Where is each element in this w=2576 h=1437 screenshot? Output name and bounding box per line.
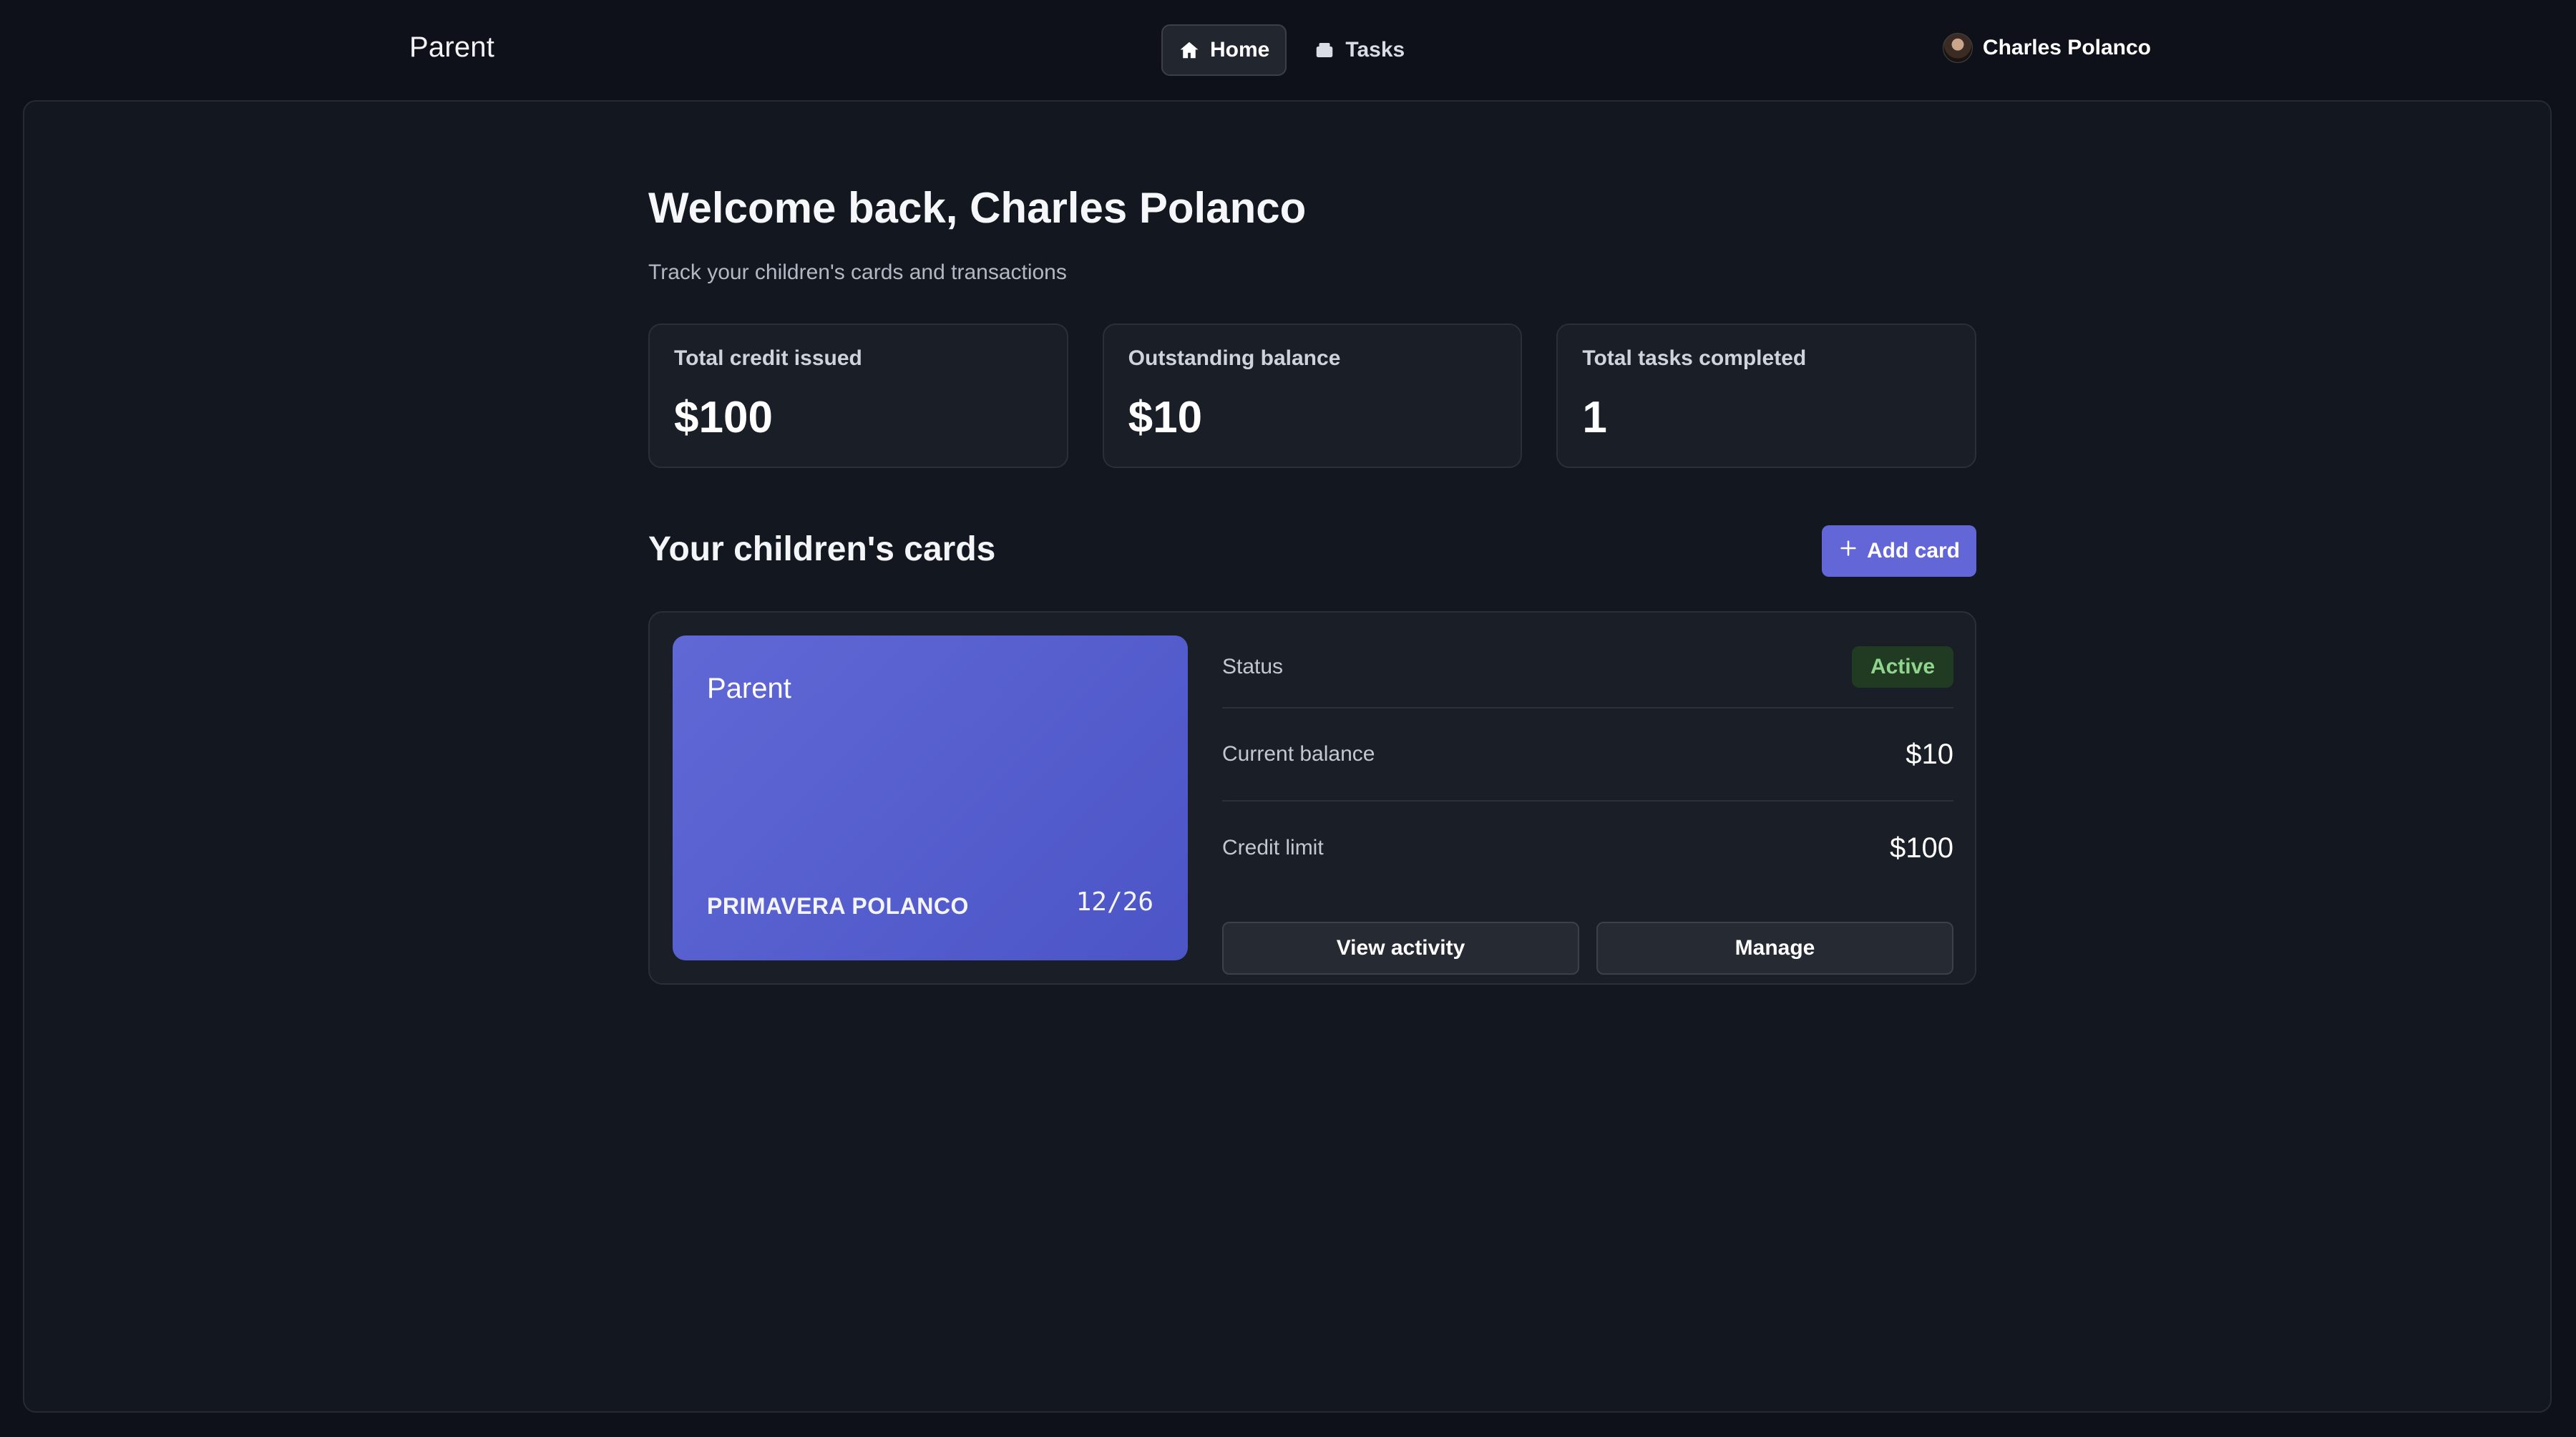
balance-label: Current balance	[1222, 742, 1375, 766]
main-panel: Welcome back, Charles Polanco Track your…	[23, 100, 2552, 1413]
cardholder-name: PRIMAVERA POLANCO	[707, 893, 969, 919]
avatar	[1942, 33, 1973, 63]
add-card-label: Add card	[1866, 539, 1961, 562]
manage-button[interactable]: Manage	[1596, 922, 1953, 975]
card-brand: Parent	[707, 673, 791, 704]
stat-value: 1	[1582, 393, 1607, 442]
cards-section-title: Your children's cards	[648, 530, 996, 568]
stat-label: Outstanding balance	[1128, 346, 1341, 370]
card-actions: View activity Manage	[1222, 922, 1953, 975]
stat-label: Total credit issued	[674, 346, 862, 370]
limit-value: $100	[1890, 832, 1953, 864]
balance-value: $10	[1906, 738, 1953, 770]
card-details: Status Active Current balance $10 Credit…	[1222, 635, 1953, 975]
status-badge: Active	[1851, 646, 1953, 688]
user-name: Charles Polanco	[1982, 36, 2151, 59]
main-nav: Home Tasks	[1161, 24, 1420, 76]
limit-label: Credit limit	[1222, 836, 1324, 859]
app-brand[interactable]: Parent	[409, 31, 494, 64]
page-title: Welcome back, Charles Polanco	[648, 184, 1307, 232]
user-menu[interactable]: Charles Polanco	[1942, 33, 2151, 63]
plus-icon	[1838, 538, 1858, 564]
stat-card-credit-issued: Total credit issued $100	[648, 323, 1068, 468]
top-navigation: Parent Home Tasks Charles Polanco	[0, 0, 2576, 100]
balance-row: Current balance $10	[1222, 708, 1953, 802]
limit-row: Credit limit $100	[1222, 802, 1953, 895]
status-label: Status	[1222, 655, 1284, 678]
nav-tasks[interactable]: Tasks	[1298, 24, 1420, 76]
status-row: Status Active	[1222, 635, 1953, 708]
child-card-panel: Parent PRIMAVERA POLANCO 12/26 Status Ac…	[648, 611, 1976, 985]
stat-label: Total tasks completed	[1582, 346, 1807, 370]
stat-value: $100	[674, 393, 773, 442]
page-subtitle: Track your children's cards and transact…	[648, 260, 1067, 284]
tasks-icon	[1314, 39, 1335, 61]
stats-row: Total credit issued $100 Outstanding bal…	[648, 323, 1977, 468]
nav-home-label: Home	[1210, 38, 1270, 62]
add-card-button[interactable]: Add card	[1822, 525, 1976, 577]
stat-value: $10	[1128, 393, 1203, 442]
stat-card-tasks-completed: Total tasks completed 1	[1556, 323, 1977, 468]
nav-home[interactable]: Home	[1161, 24, 1287, 76]
stat-card-outstanding-balance: Outstanding balance $10	[1102, 323, 1523, 468]
card-expiry: 12/26	[1075, 887, 1153, 917]
view-activity-button[interactable]: View activity	[1222, 922, 1579, 975]
nav-tasks-label: Tasks	[1345, 38, 1405, 62]
home-icon	[1179, 39, 1200, 61]
credit-card-visual: Parent PRIMAVERA POLANCO 12/26	[673, 635, 1188, 960]
